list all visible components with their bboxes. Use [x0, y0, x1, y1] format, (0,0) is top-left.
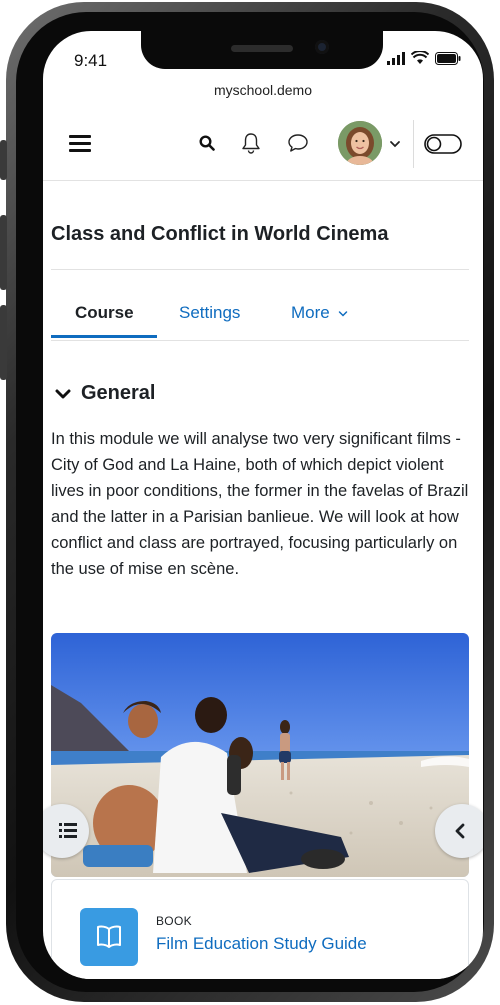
chevron-left-icon: [455, 823, 465, 839]
phone-screen: 9:41 myschool.demo Class and Conflict in…: [43, 31, 483, 979]
user-avatar[interactable]: [338, 121, 382, 165]
block-drawer-button[interactable]: [435, 804, 483, 858]
activity-type: BOOK: [156, 914, 192, 928]
section-description: In this module we will analyse two very …: [51, 430, 469, 578]
hamburger-icon[interactable]: [69, 135, 91, 153]
status-icons: [387, 51, 461, 65]
toggle-off-icon[interactable]: [424, 134, 462, 154]
chevron-down-icon[interactable]: [55, 388, 71, 400]
tab-course[interactable]: Course: [75, 303, 134, 323]
top-navbar: [43, 110, 483, 181]
book-icon: [80, 908, 138, 966]
status-time: 9:41: [74, 51, 108, 70]
active-tab-indicator: [51, 335, 157, 338]
phone-volume-up: [0, 215, 7, 290]
speaker: [231, 45, 293, 52]
browser-url[interactable]: myschool.demo: [43, 82, 483, 98]
chevron-down-icon[interactable]: [389, 140, 401, 148]
activity-item[interactable]: BOOK Film Education Study Guide: [51, 879, 469, 979]
front-camera: [315, 40, 329, 54]
title-divider: [51, 269, 469, 270]
phone-volume-down: [0, 305, 7, 380]
course-tabs: Course Settings More: [51, 286, 469, 341]
chevron-down-icon: [339, 310, 348, 317]
page-title: Class and Conflict in World Cinema: [51, 223, 389, 245]
bell-icon[interactable]: [241, 132, 261, 154]
search-icon[interactable]: [199, 135, 215, 151]
battery-icon: [435, 52, 461, 65]
activity-link[interactable]: Film Education Study Guide: [156, 934, 367, 954]
tab-more-label: More: [291, 303, 330, 322]
chat-bubble-icon[interactable]: [287, 133, 309, 153]
section-title: General: [81, 382, 156, 404]
navbar-divider: [413, 120, 414, 168]
course-index-icon: [59, 823, 77, 838]
tab-more[interactable]: More: [291, 303, 348, 323]
phone-mute-switch: [0, 140, 7, 180]
notch: [141, 31, 383, 69]
wifi-icon: [411, 51, 429, 64]
signal-icon: [387, 51, 405, 65]
section-image: [51, 633, 469, 877]
section-header[interactable]: General: [55, 382, 155, 405]
tab-settings[interactable]: Settings: [179, 303, 240, 323]
